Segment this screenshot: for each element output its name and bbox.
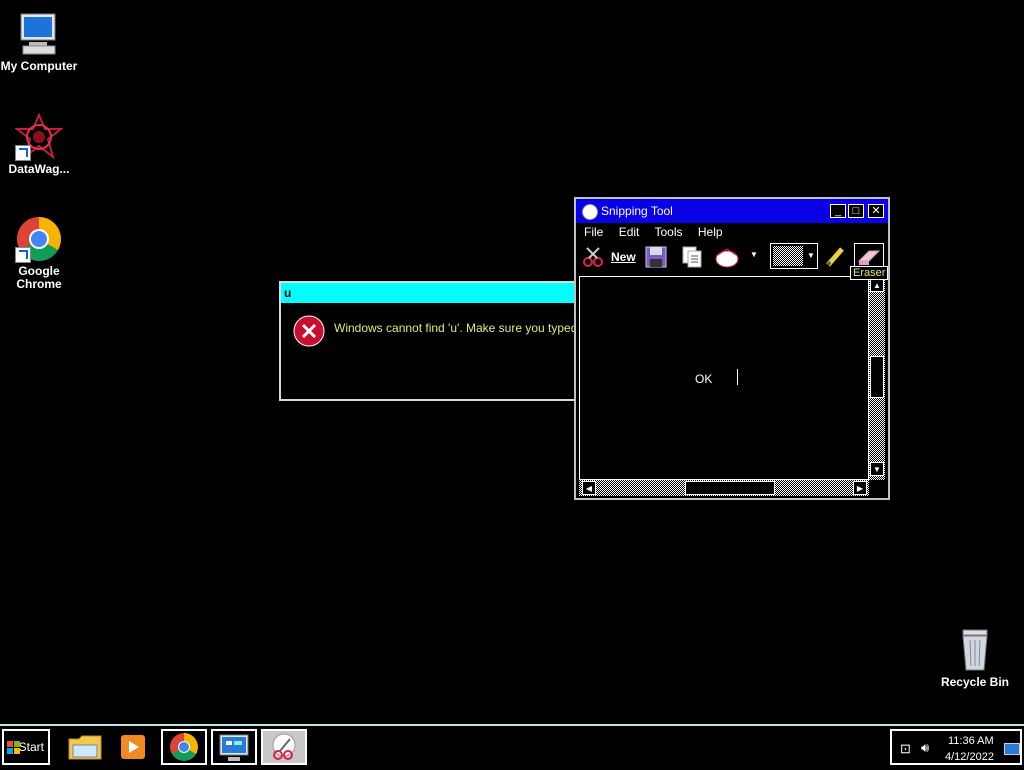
error-message: Windows cannot find 'u'. Make sure you t… [334,321,605,335]
google-chrome-label: Google Chrome [16,264,62,291]
window-title: Snipping Tool [601,204,673,218]
media-player-icon [121,735,145,759]
shortcut-arrow-icon [15,145,31,161]
menu-help[interactable]: Help [698,225,723,239]
taskbar-snipping-tool[interactable] [261,729,307,765]
eraser-tooltip: Eraser [850,266,889,280]
menu-tools[interactable]: Tools [655,225,683,239]
datawag-icon[interactable]: DataWag... [0,112,81,176]
chevron-down-icon: ▼ [750,250,758,259]
recycle-bin-label: Recycle Bin [940,675,1010,689]
scissors-icon [583,247,603,267]
horizontal-scroll-thumb[interactable] [685,481,775,495]
eraser-icon [857,250,881,265]
send-snip-button[interactable]: ▼ [714,243,760,269]
toolbar: New ▼ ▼ [578,243,886,273]
new-snip-button[interactable]: New [581,243,637,269]
vertical-scrollbar[interactable]: ▲ ▼ [869,276,885,480]
google-chrome-icon[interactable]: Google Chrome [0,215,81,291]
snipping-tool-app-icon [582,204,598,220]
shortcut-arrow-icon [15,247,31,263]
pencil-icon [826,247,844,267]
vertical-scroll-thumb[interactable] [870,356,884,398]
volume-icon[interactable]: 🔊︎ [921,740,929,756]
menu-file[interactable]: File [584,225,603,239]
trash-bin-icon [951,626,999,674]
windows-logo-icon [7,741,20,754]
chevron-down-icon: ▼ [807,251,815,260]
error-dialog: u Windows cannot find 'u'. Make sure you… [279,281,605,401]
menu-edit[interactable]: Edit [619,225,640,239]
error-dialog-title: u [281,283,577,303]
menu-bar: File Edit Tools Help [584,225,735,239]
copy-icon [682,246,702,268]
network-icon[interactable]: ⊡ [900,741,911,757]
chrome-logo-icon [170,733,198,761]
canvas-ok-text: OK [695,372,713,386]
control-panel-icon [219,734,249,761]
envelope-icon [715,248,739,268]
maximize-button[interactable]: □ [848,204,864,218]
taskbar-file-explorer[interactable] [62,729,108,765]
minimize-button[interactable]: _ [830,204,846,218]
scroll-left-button[interactable]: ◀ [582,481,596,495]
snipping-tool-window: Snipping Tool _ □ ✕ File Edit Tools Help… [574,197,890,500]
save-button[interactable] [644,243,670,269]
system-tray: ⊡ 🔊︎ 11:36 AM 4/12/2022 [890,729,1022,765]
horizontal-scrollbar[interactable]: ◀ ▶ [579,480,869,496]
close-button[interactable]: ✕ [868,204,884,218]
clock-date[interactable]: 4/12/2022 [945,751,994,763]
start-label: Start [18,740,44,754]
error-icon [293,315,325,347]
taskbar: Start ⊡ 🔊︎ 11:36 AM 4/12/2022 [0,724,1024,768]
scroll-down-button[interactable]: ▼ [870,462,884,476]
copy-button[interactable] [680,243,706,269]
start-button[interactable]: Start [2,729,50,765]
floppy-disk-icon [645,246,667,268]
chrome-logo-icon [15,215,63,263]
scroll-right-button[interactable]: ▶ [853,481,867,495]
scroll-up-button[interactable]: ▲ [870,278,884,292]
datawag-label: DataWag... [8,162,70,176]
taskbar-control-panel[interactable] [211,729,257,765]
clock-time[interactable]: 11:36 AM [948,735,994,747]
snip-canvas[interactable]: OK [579,276,869,480]
datawag-logo-icon [14,112,64,161]
snipping-tool-icon [272,733,296,760]
new-label: New [611,250,636,264]
computer-icon [15,10,63,58]
show-desktop-icon[interactable] [1004,743,1020,755]
my-computer-label: My Computer [0,59,78,73]
folder-icon [68,735,102,760]
recycle-bin-icon[interactable]: Recycle Bin [933,626,1017,689]
text-caret [737,369,738,385]
highlighter-button[interactable] [824,243,848,269]
pen-color-swatch-icon [773,246,803,266]
pen-tool-button[interactable]: ▼ [770,243,818,269]
taskbar-media-player[interactable] [110,729,156,765]
taskbar-chrome[interactable] [161,729,207,765]
my-computer-icon[interactable]: My Computer [0,10,81,73]
title-bar[interactable]: Snipping Tool _ □ ✕ [576,199,888,223]
